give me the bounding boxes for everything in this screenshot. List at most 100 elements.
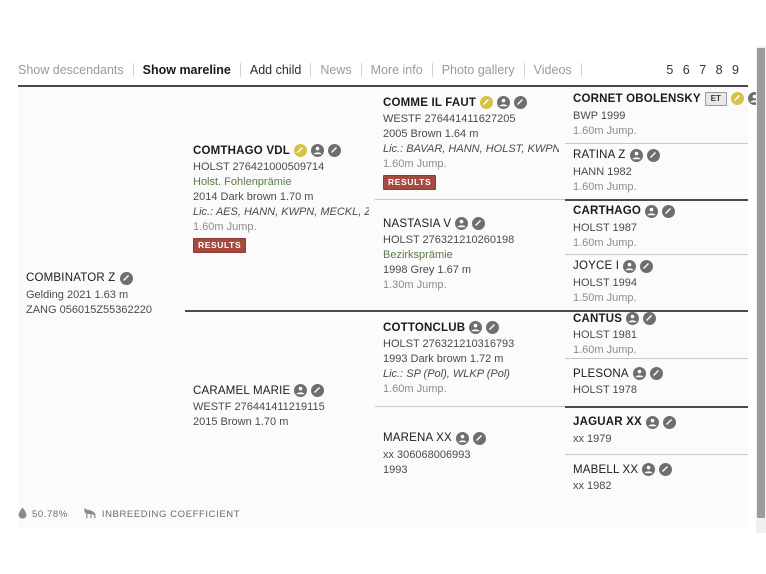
horse-name[interactable]: COTTONCLUB <box>383 322 465 334</box>
horse-name[interactable]: COMTHAGO VDL <box>193 145 290 157</box>
horse-cell-cornet-obolensky[interactable]: CORNET OBOLENSKY ET BWP 1999 1.60m Jump. <box>565 87 766 143</box>
tab-show-mareline[interactable]: Show mareline <box>134 63 240 77</box>
horse-award-line: Bezirksprämie <box>383 249 453 261</box>
edit-icon[interactable] <box>486 321 500 334</box>
horse-name[interactable]: COMBINATOR Z <box>26 272 116 284</box>
horse-cell-plesona[interactable]: PLESONA HOLST 1978 <box>565 358 748 406</box>
pedigree-icon[interactable] <box>497 96 511 109</box>
horse-cell-comthago-vdl[interactable]: COMTHAGO VDL HOLST 276421000509714 Holst… <box>185 87 375 310</box>
results-badge[interactable]: RESULTS <box>383 175 437 190</box>
pedigree-icon[interactable] <box>310 144 324 157</box>
horse-cell-cottonclub[interactable]: COTTONCLUB HOLST 276321210316793 1993 Da… <box>375 310 565 406</box>
pedigree-icon[interactable] <box>294 384 308 397</box>
horse-detail-line: xx 1982 <box>573 480 612 492</box>
horse-cell-caramel-marie[interactable]: CARAMEL MARIE WESTF 276441411219115 2015… <box>185 310 375 502</box>
horse-name[interactable]: CANTUS <box>573 313 622 325</box>
horse-cell-marena-xx[interactable]: MARENA XX xx 306068006993 1993 <box>375 406 565 502</box>
pedigree-icon[interactable] <box>642 463 656 476</box>
gold-edit-icon[interactable] <box>730 92 744 105</box>
horse-name[interactable]: JAGUAR XX <box>573 416 642 428</box>
horse-cell-mabell-xx[interactable]: MABELL XX xx 1982 <box>565 454 748 502</box>
pedigree-column-gen2: COMME IL FAUT WESTF 276441411627205 2005… <box>375 87 565 502</box>
pedigree-toolbar: Show descendants Show mareline Add child… <box>18 55 748 85</box>
horse-name-row: PLESONA <box>573 367 742 380</box>
horse-detail-line: HOLST 1981 <box>573 329 638 341</box>
horse-cell-combinator-z[interactable]: COMBINATOR Z Gelding 2021 1.63 m ZANG 05… <box>18 87 185 502</box>
pedigree-column-subject: COMBINATOR Z Gelding 2021 1.63 m ZANG 05… <box>18 87 185 502</box>
inbreeding-label-group: INBREEDING COEFFICIENT <box>82 507 240 522</box>
horse-name[interactable]: RATINA Z <box>573 149 626 161</box>
tab-more-info[interactable]: More info <box>362 63 432 77</box>
edit-icon[interactable] <box>514 96 528 109</box>
tab-news[interactable]: News <box>311 63 360 77</box>
vertical-scrollbar-thumb[interactable] <box>757 48 765 518</box>
blood-drop-icon <box>18 507 27 522</box>
tab-add-child[interactable]: Add child <box>241 63 310 77</box>
edit-icon[interactable] <box>662 415 676 429</box>
edit-icon[interactable] <box>659 463 673 476</box>
horse-name[interactable]: CORNET OBOLENSKY <box>573 93 701 105</box>
inbreeding-value-group: 50.78% <box>18 507 68 522</box>
results-badge[interactable]: RESULTS <box>193 238 247 253</box>
horse-cell-joyce-i[interactable]: JOYCE I HOLST 1994 1.50m Jump. <box>565 254 748 310</box>
horse-cell-carthago[interactable]: CARTHAGO HOLST 1987 1.60m Jump. <box>565 199 748 254</box>
horse-cell-comme-il-faut[interactable]: COMME IL FAUT WESTF 276441411627205 2005… <box>375 87 565 199</box>
pedigree-icon[interactable] <box>469 321 483 334</box>
horse-name-row: MARENA XX <box>383 431 559 445</box>
edit-icon[interactable] <box>643 312 657 325</box>
horse-jump-line: 1.50m Jump. <box>573 291 637 304</box>
pedigree-grid: COMBINATOR Z Gelding 2021 1.63 m ZANG 05… <box>18 85 766 502</box>
horse-name[interactable]: CARTHAGO <box>573 205 641 217</box>
pedigree-icon[interactable] <box>623 259 637 273</box>
horse-detail-line: xx 306068006993 <box>383 448 471 461</box>
horse-name-row: COMTHAGO VDL <box>193 144 369 157</box>
horse-jump-line: 1.60m Jump. <box>573 124 637 137</box>
pedigree-icon[interactable] <box>455 217 469 230</box>
pedigree-icon[interactable] <box>645 415 659 429</box>
gold-edit-icon[interactable] <box>480 96 494 109</box>
horse-detail-line: HOLST 1994 <box>573 276 638 289</box>
edit-icon[interactable] <box>640 259 654 273</box>
horse-cell-cantus[interactable]: CANTUS HOLST 1981 1.60m Jump. <box>565 310 748 358</box>
pedigree-icon[interactable] <box>632 367 646 380</box>
horse-icon <box>82 507 97 522</box>
horse-name[interactable]: PLESONA <box>573 368 629 380</box>
horse-detail-line: xx 1979 <box>573 432 612 445</box>
pedigree-icon[interactable] <box>629 148 643 162</box>
horse-name[interactable]: CARAMEL MARIE <box>193 385 290 397</box>
edit-icon[interactable] <box>327 144 341 157</box>
tab-videos[interactable]: Videos <box>525 63 581 77</box>
horse-name[interactable]: NASTASIA V <box>383 218 451 230</box>
edit-icon[interactable] <box>646 148 660 162</box>
horse-cell-ratina-z[interactable]: RATINA Z HANN 1982 1.60m Jump. <box>565 143 748 199</box>
pedigree-icon[interactable] <box>455 431 469 445</box>
pedigree-icon[interactable] <box>645 204 659 218</box>
horse-detail-line: WESTF 276441411627205 <box>383 113 516 125</box>
generation-pager[interactable]: 5 6 7 8 9 <box>666 63 748 77</box>
pedigree-icon[interactable] <box>626 312 640 325</box>
tab-photo-gallery[interactable]: Photo gallery <box>433 63 524 77</box>
tab-show-descendants[interactable]: Show descendants <box>18 63 133 77</box>
edit-icon[interactable] <box>649 367 663 380</box>
horse-cell-jaguar-xx[interactable]: JAGUAR XX xx 1979 <box>565 406 748 454</box>
horse-name[interactable]: MABELL XX <box>573 464 638 476</box>
edit-icon[interactable] <box>662 204 676 218</box>
horse-detail-line: BWP 1999 <box>573 109 626 122</box>
horse-jump-line: 1.60m Jump. <box>193 221 257 233</box>
edit-icon[interactable] <box>119 271 133 285</box>
edit-icon[interactable] <box>472 431 486 445</box>
horse-detail-line: 2005 Brown 1.64 m <box>383 128 479 140</box>
horse-cell-nastasia-v[interactable]: NASTASIA V HOLST 276321210260198 Bezirks… <box>375 199 565 310</box>
horse-detail-line: HOLST 276421000509714 <box>193 161 325 173</box>
edit-icon[interactable] <box>311 384 325 397</box>
horse-jump-line: 1.60m Jump. <box>573 180 637 193</box>
horse-detail-line: WESTF 276441411219115 <box>193 401 325 413</box>
edit-icon[interactable] <box>472 217 486 230</box>
gold-edit-icon[interactable] <box>293 144 307 157</box>
toolbar-divider <box>580 63 582 77</box>
inbreeding-value: 50.78% <box>32 508 68 520</box>
horse-name[interactable]: JOYCE I <box>573 260 619 272</box>
pedigree-column-gen1: COMTHAGO VDL HOLST 276421000509714 Holst… <box>185 87 375 502</box>
horse-name[interactable]: COMME IL FAUT <box>383 97 476 109</box>
horse-name[interactable]: MARENA XX <box>383 432 452 444</box>
